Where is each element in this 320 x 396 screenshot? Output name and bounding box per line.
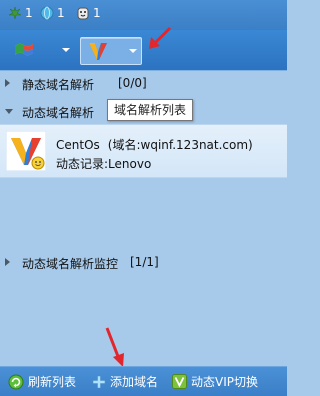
mascot-icon	[77, 7, 89, 20]
group-count: [0/0]	[118, 76, 147, 90]
group-label: 动态域名解析监控	[22, 257, 119, 271]
bottom-toolbar: 刷新列表 添加域名 动态VIP切换	[0, 366, 287, 396]
ddns-logo-icon	[6, 131, 46, 171]
globe-icon	[40, 6, 54, 20]
entry-domain: (域名:wqinf.123nat.com)	[107, 138, 253, 152]
toolbar-button-list[interactable]	[8, 37, 70, 63]
refresh-icon	[8, 374, 24, 389]
expand-arrow-icon[interactable]	[5, 79, 10, 87]
top-item-globe[interactable]: 1	[40, 6, 65, 20]
toolbar-dropdown-caret-1[interactable]	[62, 48, 70, 52]
expand-arrow-icon[interactable]	[5, 258, 10, 266]
group-label: 动态域名解析	[22, 106, 95, 120]
toolbar	[0, 26, 287, 71]
red-arrow-annotation-top	[149, 26, 172, 49]
group-label: 静态域名解析	[22, 78, 95, 92]
entry-title: CentOs (域名:wqinf.123nat.com)	[56, 136, 253, 153]
top-item-leaf[interactable]: 1	[8, 6, 33, 20]
globe-count: 1	[57, 6, 65, 20]
leaf-count: 1	[25, 6, 33, 20]
vip-switch-label: 动态VIP切换	[191, 375, 258, 389]
entry-name: CentOs	[56, 138, 100, 152]
plus-icon	[92, 375, 106, 388]
tooltip: 域名解析列表	[107, 99, 194, 121]
domain-entry[interactable]: CentOs (域名:wqinf.123nat.com) 动态记录:Lenovo	[0, 124, 287, 178]
flag-icon	[15, 43, 33, 56]
add-domain-button[interactable]: 添加域名	[92, 373, 158, 390]
entry-record: 动态记录:Lenovo	[56, 157, 152, 171]
toolbar-dropdown-caret-2[interactable]	[129, 49, 137, 53]
red-arrow-annotation-bottom	[105, 327, 124, 367]
top-item-mascot[interactable]: 1	[76, 6, 101, 20]
leaf-icon	[8, 6, 22, 20]
vip-icon	[172, 374, 187, 389]
ddns-logo-icon	[89, 43, 107, 60]
mascot-count: 1	[93, 6, 101, 20]
top-status-bar: 1 1 1	[0, 0, 287, 30]
collapse-arrow-icon[interactable]	[5, 109, 13, 114]
vip-switch-button[interactable]: 动态VIP切换	[172, 373, 258, 390]
add-domain-label: 添加域名	[110, 375, 159, 389]
refresh-list-button[interactable]: 刷新列表	[8, 373, 76, 390]
group-count: [1/1]	[130, 255, 159, 269]
group-dynamic-monitor[interactable]: 动态域名解析监控 [1/1]	[0, 250, 287, 274]
group-static-dns[interactable]: 静态域名解析 [0/0]	[0, 71, 287, 95]
refresh-label: 刷新列表	[28, 375, 77, 389]
toolbar-button-ddns[interactable]	[80, 37, 142, 65]
